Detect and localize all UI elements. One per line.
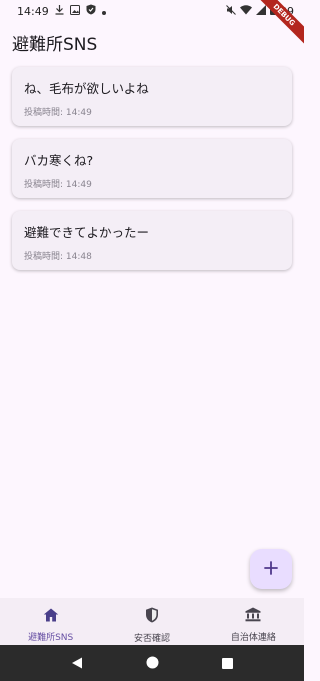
post-card[interactable]: 避難できてよかったー 投稿時間: 14:48 <box>12 211 292 270</box>
system-navigation-bar <box>0 645 304 681</box>
nav-label: 自治体連絡 <box>230 633 276 643</box>
shield-status-icon <box>86 4 96 18</box>
page-title: 避難所SNS <box>12 34 98 55</box>
status-time: 14:49 <box>17 4 49 18</box>
download-icon <box>55 4 64 18</box>
home-icon <box>43 607 59 626</box>
post-card[interactable]: ね、毛布が欲しいよね 投稿時間: 14:49 <box>12 67 292 126</box>
debug-banner-label: DEBUG <box>251 0 304 48</box>
post-card[interactable]: バカ寒くね? 投稿時間: 14:49 <box>12 139 292 198</box>
dot-icon <box>101 5 106 18</box>
home-circle-icon[interactable] <box>146 654 159 673</box>
nav-label: 避難所SNS <box>28 633 74 643</box>
nav-label: 安否確認 <box>133 634 170 644</box>
plus-icon <box>264 560 278 579</box>
back-icon[interactable] <box>71 654 83 673</box>
nav-item-safety-check[interactable]: 安否確認 <box>101 598 202 645</box>
nav-item-municipality[interactable]: 自治体連絡 <box>203 598 304 645</box>
recents-icon[interactable] <box>221 654 233 673</box>
shield-icon <box>145 607 159 627</box>
app-bar: 避難所SNS <box>12 28 97 56</box>
post-time: 投稿時間: 14:49 <box>24 108 92 118</box>
post-time: 投稿時間: 14:48 <box>24 252 92 262</box>
post-text: ね、毛布が欲しいよね <box>24 81 149 96</box>
gallery-icon <box>69 4 80 18</box>
post-text: 避難できてよかったー <box>24 225 150 240</box>
institution-icon <box>245 607 261 626</box>
post-time: 投稿時間: 14:49 <box>24 180 92 190</box>
post-text: バカ寒くね? <box>24 153 94 168</box>
post-list: ね、毛布が欲しいよね 投稿時間: 14:49 バカ寒くね? 投稿時間: 14:4… <box>12 67 292 283</box>
bottom-navigation: 避難所SNS 安否確認 自治体連絡 <box>0 598 304 645</box>
mute-icon <box>226 4 236 18</box>
debug-banner: DEBUG <box>248 0 304 56</box>
add-post-button[interactable] <box>250 549 292 589</box>
nav-item-sns[interactable]: 避難所SNS <box>0 598 101 645</box>
